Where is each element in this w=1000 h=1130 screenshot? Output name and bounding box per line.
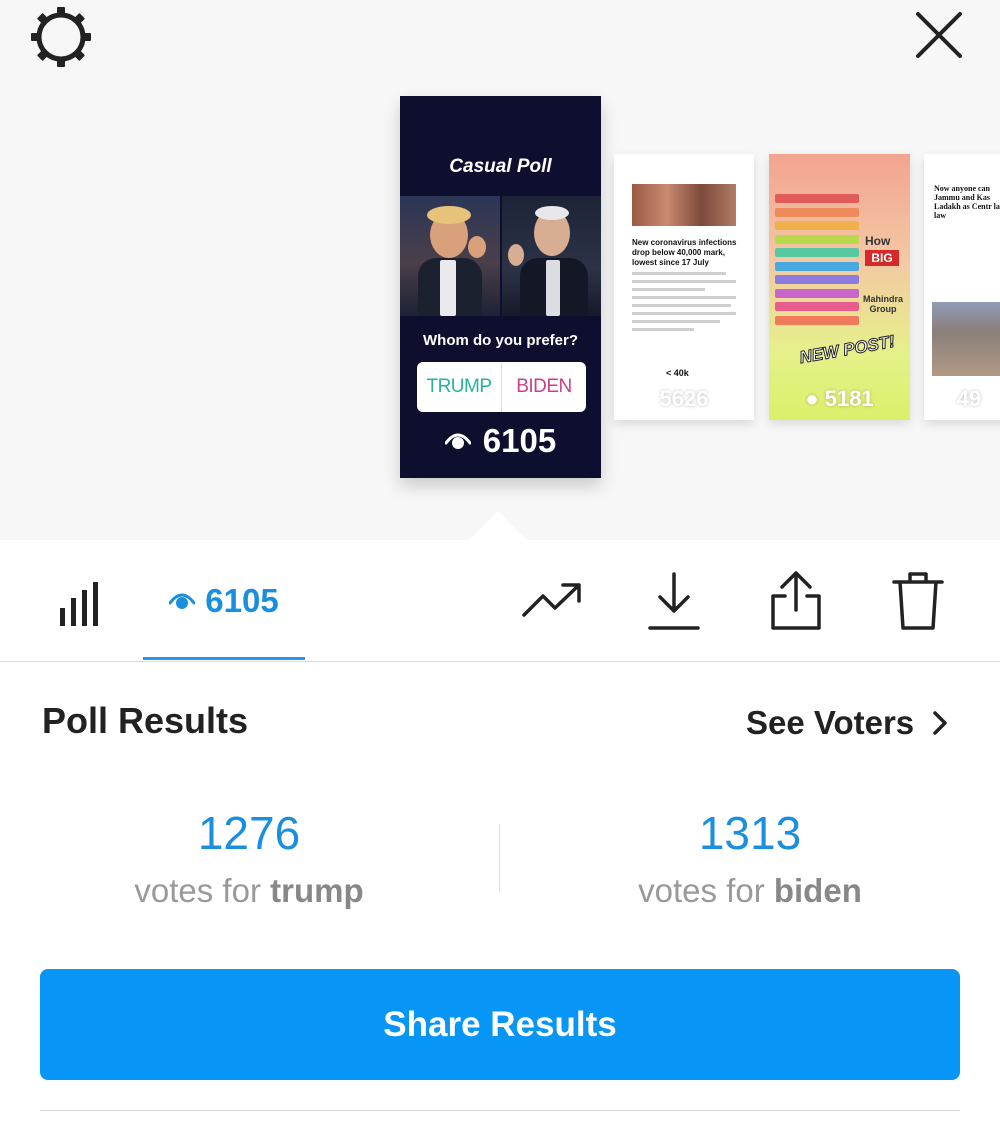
share-icon (771, 571, 821, 630)
candidate-photo-right (501, 196, 601, 316)
story-viewer: Casual Poll Whom do you prefer? TRUMP BI… (0, 0, 1000, 540)
votes-count: 1276 (197, 807, 301, 859)
votes-label: votes for trump (134, 872, 364, 909)
story-views-number: 6105 (482, 422, 557, 459)
trash-icon (892, 572, 944, 630)
news-headline: Now anyone can Jammu and Kas Ladakh as C… (934, 184, 1000, 220)
bottom-divider (40, 1110, 960, 1111)
share-button[interactable] (764, 568, 828, 634)
infographic-how: How (865, 234, 891, 248)
trending-up-icon (522, 583, 581, 617)
eye-icon: ● (805, 386, 825, 411)
news-tag: < 40k (666, 368, 689, 378)
see-voters-label: See Voters (746, 704, 915, 741)
story-thumbnail[interactable]: How BIG Mahindra Group NEW POST! ● 5181 (769, 154, 910, 420)
gear-icon (31, 7, 91, 67)
thumbnail-view-count: ● 5181 (805, 386, 874, 411)
candidate-photo-left (400, 196, 500, 316)
close-icon (916, 12, 962, 58)
story-photo (400, 196, 601, 316)
result-option-a: 1276 votes for trump (89, 806, 409, 910)
promote-button[interactable] (520, 568, 584, 634)
delete-button[interactable] (886, 568, 950, 634)
poll-option-b: BIDEN (516, 376, 572, 397)
tab-insights[interactable] (56, 582, 106, 628)
active-tab-indicator (143, 657, 305, 660)
close-button[interactable] (908, 4, 970, 66)
download-icon (648, 572, 700, 630)
mahindra-logo: Mahindra Group (862, 294, 903, 314)
news-image (632, 184, 736, 226)
news-headline: New coronavirus infections drop below 40… (632, 238, 737, 267)
eye-icon (444, 433, 471, 449)
tab-viewers[interactable]: 6105 (143, 540, 305, 662)
poll-results-title: Poll Results (42, 700, 249, 741)
see-voters-link[interactable]: See Voters (746, 704, 948, 742)
results-divider (499, 824, 500, 892)
story-thumbnail[interactable]: Now anyone can Jammu and Kas Ladakh as C… (924, 154, 1000, 420)
news-body-lines (632, 272, 736, 336)
story-view-count: 6105 (400, 422, 601, 460)
infographic-big: BIG (865, 250, 899, 266)
eye-icon (169, 593, 196, 609)
result-option-b: 1313 votes for biden (590, 806, 910, 910)
story-poll-sticker: TRUMP BIDEN (417, 362, 586, 412)
share-results-button[interactable]: Share Results (40, 969, 960, 1080)
selected-story-pointer (469, 511, 527, 540)
votes-label: votes for biden (638, 872, 862, 909)
new-post-badge: NEW POST! (797, 331, 897, 368)
story-card-current[interactable]: Casual Poll Whom do you prefer? TRUMP BI… (400, 96, 601, 478)
story-poll-question: Whom do you prefer? (423, 332, 578, 349)
poll-option-a: TRUMP (417, 362, 502, 412)
chevron-right-icon (933, 711, 947, 735)
thumbnail-view-count: 5626 (659, 386, 709, 411)
thumbnail-view-count: 49 (956, 386, 982, 411)
bar-chart-icon (60, 582, 98, 626)
settings-button[interactable] (26, 4, 96, 70)
infographic-rows (775, 194, 859, 329)
story-thumbnail[interactable]: New coronavirus infections drop below 40… (614, 154, 754, 420)
viewers-count: 6105 (205, 582, 279, 619)
votes-count: 1313 (698, 807, 802, 859)
insights-tab-bar: 6105 (0, 540, 1000, 662)
download-button[interactable] (642, 568, 706, 634)
story-poll-title: Casual Poll (449, 156, 552, 177)
news-image (932, 302, 1000, 376)
